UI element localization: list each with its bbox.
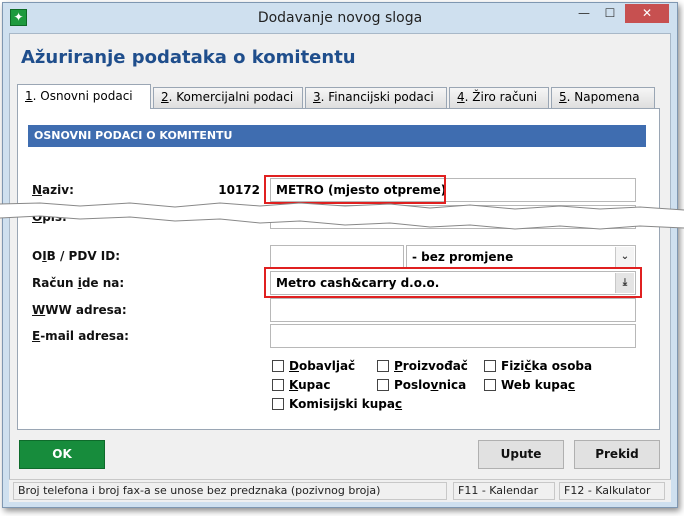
tab-osnovni-podaci[interactable]: 1. Osnovni podaci — [17, 84, 151, 109]
torn-paper-divider — [0, 202, 684, 230]
